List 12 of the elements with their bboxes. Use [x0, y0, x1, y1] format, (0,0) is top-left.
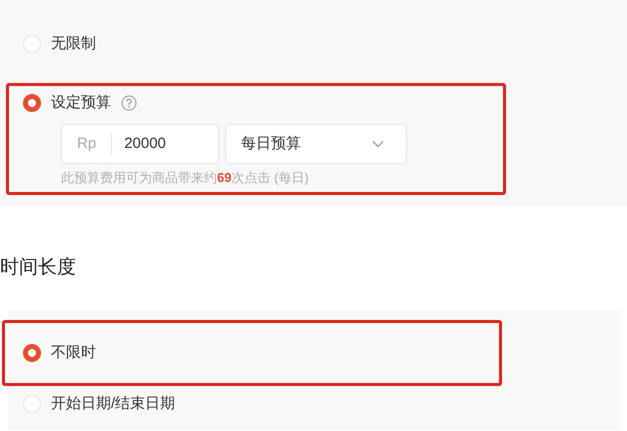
- budget-hint: 此预算费用可为商品带来约69次点击 (每日): [61, 169, 310, 187]
- amount-field[interactable]: Rp 20000: [61, 124, 219, 164]
- option-label[interactable]: 不限时: [51, 342, 96, 364]
- option-label[interactable]: 开始日期/结束日期: [51, 392, 176, 416]
- help-icon[interactable]: [121, 94, 137, 111]
- period-dropdown[interactable]: 每日预算: [225, 124, 407, 164]
- option-label[interactable]: 设定预算: [51, 92, 111, 114]
- chevron-down-icon: [372, 140, 384, 148]
- option-label[interactable]: 无限制: [51, 33, 96, 56]
- radio-button[interactable]: [23, 94, 41, 112]
- section-title: 时间长度: [0, 256, 76, 280]
- radio-button[interactable]: [23, 344, 41, 362]
